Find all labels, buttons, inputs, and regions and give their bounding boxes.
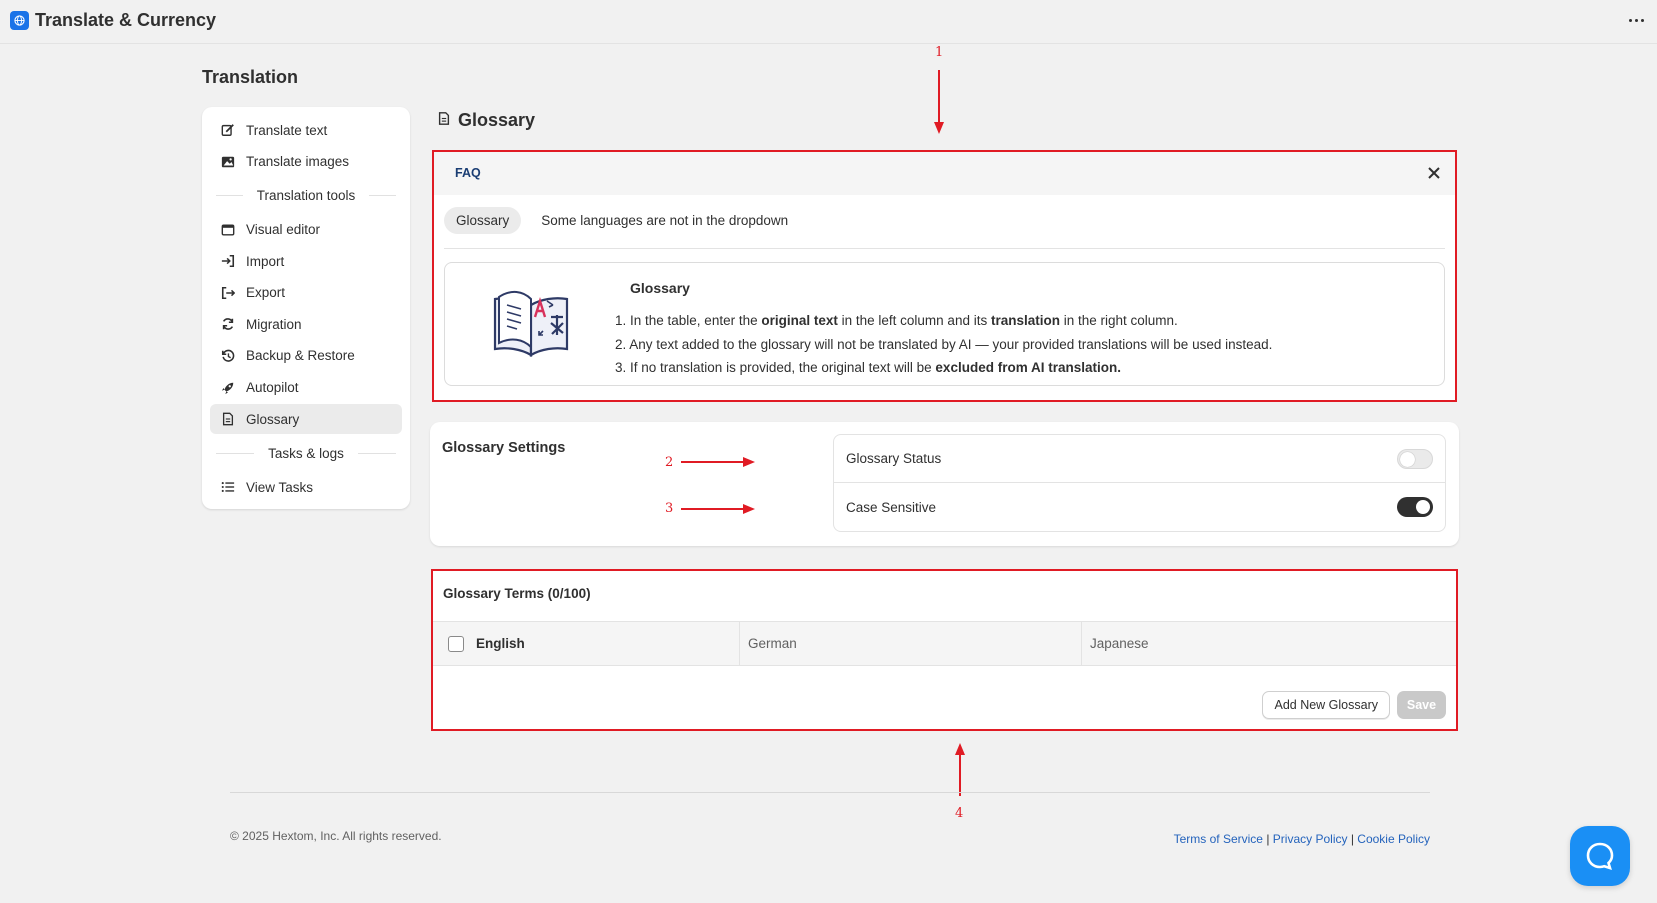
- section-title: Glossary: [437, 110, 535, 131]
- annotation-arrow: [681, 461, 745, 463]
- app-title: Translate & Currency: [35, 10, 217, 30]
- setting-row-case: Case Sensitive: [834, 483, 1445, 531]
- settings-box: Glossary Status Case Sensitive: [833, 434, 1446, 532]
- annotation-arrow: [681, 508, 745, 510]
- sidebar-item-autopilot[interactable]: Autopilot: [210, 373, 402, 403]
- chat-support-button[interactable]: [1570, 826, 1630, 886]
- faq-header: FAQ: [434, 152, 1455, 195]
- import-icon: [220, 253, 236, 269]
- dot-icon: [1634, 18, 1638, 22]
- tab-languages-dropdown[interactable]: Some languages are not in the dropdown: [529, 207, 800, 234]
- setting-label: Glossary Status: [846, 451, 942, 466]
- save-button[interactable]: Save: [1397, 691, 1446, 719]
- list-item: 1. In the table, enter the original text…: [615, 313, 1178, 328]
- book-translate-icon: [491, 287, 571, 357]
- section-title-text: Glossary: [458, 110, 536, 130]
- sidebar-item-label: Export: [246, 285, 286, 301]
- glossary-status-toggle[interactable]: [1397, 448, 1433, 469]
- sidebar-section-tasks-logs: Tasks & logs: [210, 436, 402, 470]
- sidebar-item-label: Glossary: [246, 411, 300, 427]
- footer-copyright: © 2025 Hextom, Inc. All rights reserved.: [230, 829, 442, 843]
- chat-icon: [1586, 842, 1614, 870]
- sidebar-item-export[interactable]: Export: [210, 278, 402, 308]
- annotation-arrow: [938, 70, 940, 128]
- footer-divider: [230, 792, 1430, 793]
- annotation-number: 1: [935, 45, 944, 60]
- faq-label: FAQ: [455, 166, 481, 180]
- sidebar-item-translate-text[interactable]: Translate text: [210, 115, 402, 145]
- sidebar-item-migration[interactable]: Migration: [210, 309, 402, 339]
- arrow-head-icon: [743, 457, 755, 467]
- sidebar-section-translation-tools: Translation tools: [210, 179, 402, 213]
- export-icon: [220, 285, 236, 301]
- list-item: 3. If no translation is provided, the or…: [615, 360, 1121, 375]
- sidebar-item-label: Backup & Restore: [246, 348, 355, 364]
- terms-title: Glossary Terms (0/100): [443, 586, 591, 601]
- setting-row-status: Glossary Status: [834, 435, 1445, 483]
- sidebar-item-visual-editor[interactable]: Visual editor: [210, 215, 402, 245]
- sidebar-item-backup-restore[interactable]: Backup & Restore: [210, 341, 402, 371]
- sidebar-item-label: Autopilot: [246, 380, 299, 396]
- more-actions-button[interactable]: [1625, 10, 1647, 30]
- list-item: 2. Any text added to the glossary will n…: [615, 336, 1273, 352]
- privacy-policy-link[interactable]: Privacy Policy: [1273, 832, 1348, 846]
- page-title: Translation: [202, 67, 299, 87]
- sidebar-item-label: Import: [246, 253, 285, 269]
- terms-of-service-link[interactable]: Terms of Service: [1174, 832, 1263, 846]
- column-japanese: Japanese: [1081, 622, 1456, 665]
- image-icon: [220, 154, 236, 170]
- sidebar-item-label: Migration: [246, 316, 302, 332]
- history-icon: [220, 348, 236, 364]
- top-bar: Translate & Currency: [0, 0, 1657, 44]
- sidebar-item-translate-images[interactable]: Translate images: [210, 147, 402, 177]
- arrow-head-icon: [934, 122, 944, 134]
- glossary-terms-card: Glossary Terms (0/100) English German Ja…: [431, 569, 1458, 731]
- faq-card: FAQ Glossary Some languages are not in t…: [432, 150, 1457, 402]
- annotation-number: 3: [665, 501, 674, 516]
- window-icon: [220, 222, 236, 238]
- document-icon: [220, 411, 236, 427]
- annotation-arrow: [959, 752, 961, 796]
- dot-icon: [1640, 18, 1644, 22]
- add-new-glossary-button[interactable]: Add New Glossary: [1262, 691, 1390, 719]
- column-label: English: [476, 636, 525, 651]
- rocket-icon: [220, 380, 236, 396]
- tab-glossary[interactable]: Glossary: [444, 207, 522, 234]
- dot-icon: [1628, 18, 1632, 22]
- list-icon: [220, 479, 236, 495]
- faq-list: 1. In the table, enter the original text…: [615, 309, 1272, 380]
- settings-title: Glossary Settings: [442, 440, 566, 456]
- column-english: English: [433, 622, 739, 665]
- arrow-head-icon: [743, 504, 755, 514]
- select-all-checkbox[interactable]: [448, 635, 464, 652]
- sidebar-item-glossary[interactable]: Glossary: [210, 404, 402, 435]
- setting-label: Case Sensitive: [846, 499, 937, 515]
- close-icon[interactable]: [1425, 164, 1443, 182]
- cookie-policy-link[interactable]: Cookie Policy: [1357, 832, 1430, 846]
- terms-table-header: English German Japanese: [433, 621, 1456, 666]
- sidebar-item-label: Translate images: [246, 154, 350, 170]
- refresh-icon: [220, 316, 236, 332]
- sidebar-item-view-tasks[interactable]: View Tasks: [210, 472, 402, 502]
- faq-tabs: Glossary Some languages are not in the d…: [444, 207, 800, 234]
- column-german: German: [739, 622, 1081, 665]
- sidebar: Translate text Translate images Translat…: [202, 107, 410, 509]
- annotation-number: 4: [955, 806, 964, 821]
- document-icon: [437, 110, 451, 131]
- faq-content: Glossary 1. In the table, enter the orig…: [444, 262, 1445, 386]
- sidebar-item-label: Translate text: [246, 122, 328, 138]
- sidebar-item-label: View Tasks: [246, 479, 314, 495]
- app-logo-icon: [10, 11, 29, 30]
- edit-icon: [220, 122, 236, 138]
- faq-heading: Glossary: [630, 280, 690, 296]
- glossary-settings-card: Glossary Settings Glossary Status Case S…: [430, 422, 1459, 546]
- divider: [444, 248, 1445, 249]
- footer-links: Terms of Service | Privacy Policy | Cook…: [1173, 832, 1430, 846]
- annotation-number: 2: [665, 455, 674, 470]
- sidebar-item-import[interactable]: Import: [210, 246, 402, 276]
- sidebar-item-label: Visual editor: [246, 222, 321, 238]
- case-sensitive-toggle[interactable]: [1397, 497, 1433, 517]
